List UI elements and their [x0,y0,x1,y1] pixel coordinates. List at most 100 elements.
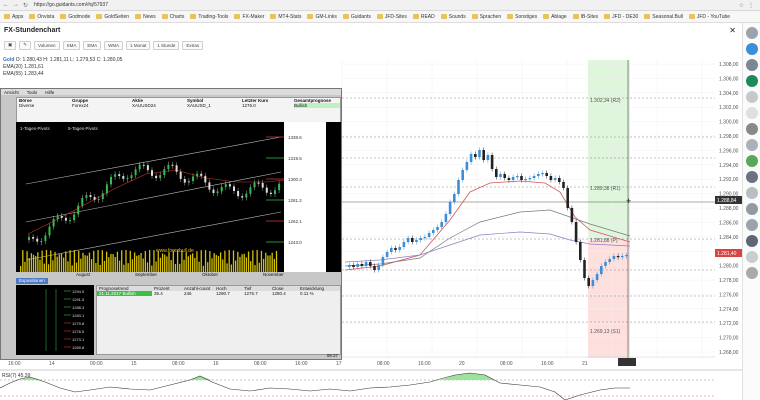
bookmark-item[interactable]: JFD - YouTube [688,13,731,20]
bookmark-item[interactable]: FX-Maker [234,14,264,20]
volume-bar [84,255,86,272]
volume-bar [172,250,174,272]
bookmark-label: Apps [12,13,24,20]
toolbar-sma[interactable]: SMA [62,40,81,50]
month-2: September [135,272,158,277]
mini-chart: 1294.9 1291.5 1288.3 1283.1 1279.8 1276.5 1273… [16,285,94,355]
bookmark-item[interactable]: Onvista [29,14,54,20]
candle [516,176,519,178]
volume-bar [271,252,273,272]
bookmark-item[interactable]: Ablage [543,14,567,20]
avatar[interactable] [745,123,758,135]
volume-bar [254,265,256,272]
star-icon[interactable]: ☆ [739,2,744,9]
bookmark-item[interactable]: Sprachen [471,14,501,20]
mini-level-label: 1276.5 [72,329,85,334]
menu-tools[interactable]: Tools [27,90,38,95]
reload-icon[interactable]: ↻ [23,2,28,9]
toolbar-interval[interactable]: 1 Stunde [153,40,180,50]
volume-bar [60,253,63,272]
volume-bar [224,250,226,272]
embedded-window[interactable]: Ansicht Tools Hilfe Börse Gruppe Aktie S… [0,88,342,360]
month-axis: August September Oktober November [16,272,341,278]
bookmark-item[interactable]: Guidants [342,14,371,20]
menu-ansicht[interactable]: Ansicht [4,90,19,95]
volume-bar [187,256,189,272]
avatar[interactable] [745,219,758,231]
draw-button[interactable]: ✎ [19,40,32,50]
bookmark-item[interactable]: READ [412,14,435,20]
close-icon[interactable]: ✕ [729,26,736,35]
mini-candle [159,175,162,179]
avatar[interactable] [745,171,758,183]
app-header: FX-Stundenchart ✕ [0,23,742,37]
volume-bar [114,256,116,272]
toolbar-ema[interactable]: EMA [83,40,102,50]
mini-candle [69,220,71,222]
mini-candle [241,196,244,198]
mini-level-label: 1269.8 [72,345,85,350]
candle [612,256,616,259]
bookmark-label: Seasonal.Bull [652,13,683,20]
avatar[interactable] [745,27,758,39]
toolbar-volume[interactable]: Volumen [34,40,60,50]
avatar[interactable] [745,155,758,167]
toolbar-wma[interactable]: WMA [104,40,124,50]
val-prognose: Bullish [294,103,340,108]
menu-hilfe[interactable]: Hilfe [45,90,54,95]
mini-candle [192,176,194,181]
bookmark-label: JFD - YouTube [696,13,731,20]
candle [511,177,515,180]
candle [532,176,536,178]
avatar[interactable] [745,267,758,279]
mini-candle [208,182,211,190]
bookmark-label: Godmode [68,13,91,20]
forward-icon[interactable]: → [13,2,19,8]
embedded-chart[interactable]: 1338.6 1319.5 1300.3 1281.2 1262.1 1243.0 1-T… [16,122,341,272]
mini-candle [52,218,55,227]
avatar[interactable] [745,251,758,263]
volume-bar [228,250,230,272]
bookmark-item[interactable]: News [135,14,156,20]
toolbar-extras[interactable]: Extras [182,40,204,50]
avatar[interactable] [745,43,758,55]
volume-bar [142,258,144,272]
chart-level-label: 1281.2 [288,198,302,203]
avatar[interactable] [745,91,758,103]
avatar[interactable] [745,187,758,199]
avatar[interactable] [745,203,758,215]
bookmark-item[interactable]: Trading-Tools [190,14,228,20]
bookmark-item[interactable]: Sounds [440,14,466,20]
folder-icon [507,14,514,19]
menu-icon[interactable]: ⋮ [748,2,754,9]
url-field[interactable]: https://go.guidants.com/#q/57937 [34,2,108,8]
avatar[interactable] [745,139,758,151]
chart-type-button[interactable]: ▣ [4,40,17,50]
bookmark-item[interactable]: JFD - DE30 [604,14,638,20]
bookmark-item[interactable]: Seasonal.Bull [644,14,683,20]
bookmark-item[interactable]: Godmode [60,14,90,20]
bookmark-item[interactable]: JFD-Sites [376,14,407,20]
avatar[interactable] [745,59,758,71]
volume-bar [267,255,269,272]
bookmark-item[interactable]: MT4-Stats [270,14,301,20]
candle [461,170,464,180]
bookmark-item[interactable]: GoldSeiten [96,14,129,20]
exposition-tab[interactable]: Expositionen [16,278,48,284]
back-icon[interactable]: ← [3,2,9,8]
bookmark-item[interactable]: Sonstiges [507,14,537,20]
mini-candle [56,216,59,219]
folder-icon [543,14,550,19]
bookmark-item[interactable]: IB-Sites [572,14,598,20]
avatar[interactable] [745,75,758,87]
volume-bar [116,251,119,272]
avatar[interactable] [745,107,758,119]
bookmark-item[interactable]: GM-Links [307,14,337,20]
toolbar-period[interactable]: 1 Monat [126,40,151,50]
bookmark-item[interactable]: Apps [4,14,23,20]
bookmark-item[interactable]: Charts [161,14,184,20]
rsi-label: RSI(7) 45,39 [2,373,31,379]
avatar[interactable] [745,235,758,247]
candle [553,178,557,180]
volume-bar [247,251,250,272]
